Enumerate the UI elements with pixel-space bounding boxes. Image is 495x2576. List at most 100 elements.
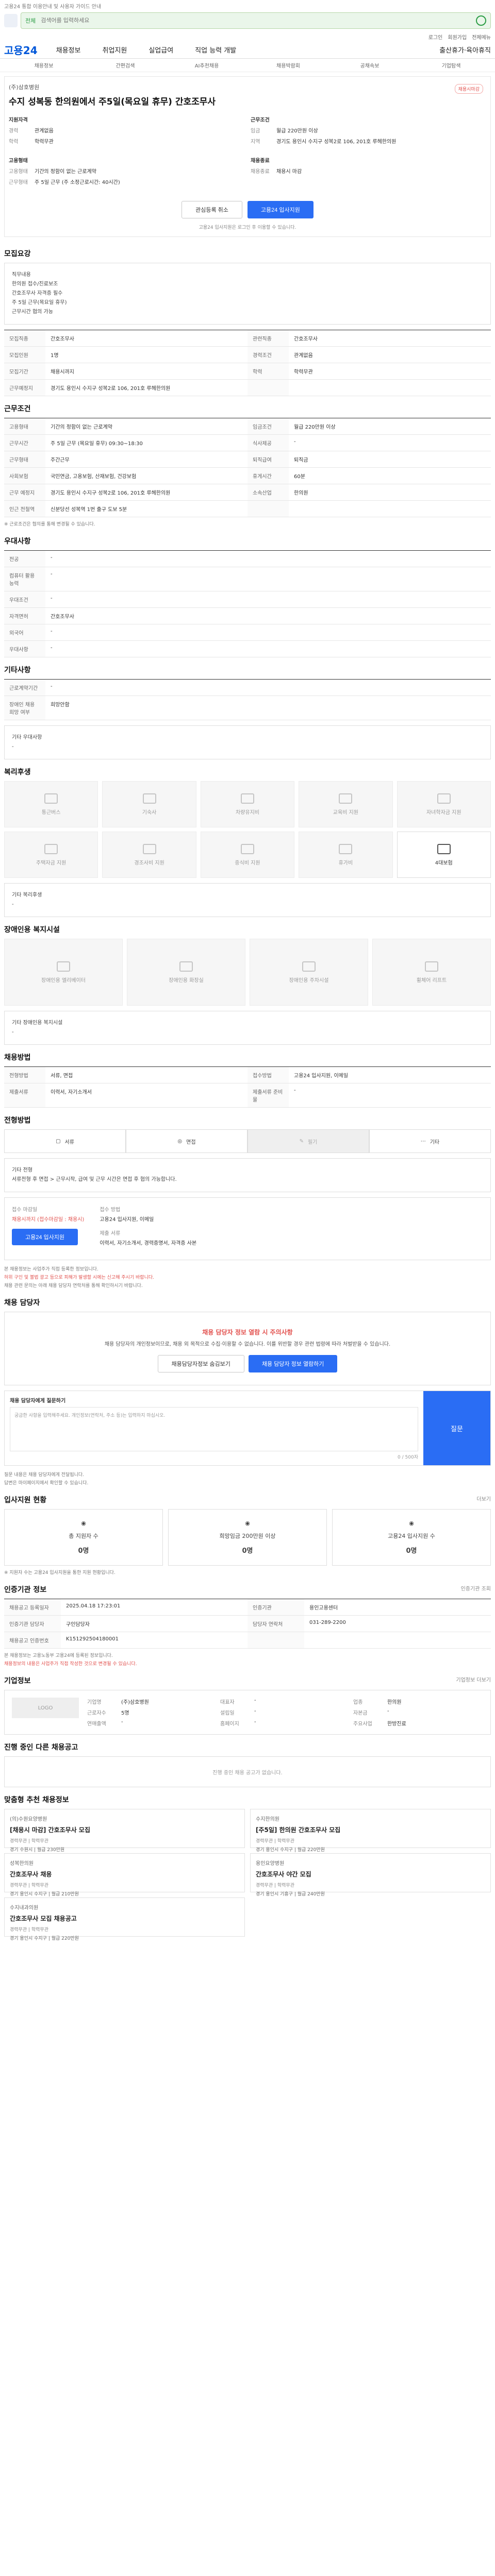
corp-more-link[interactable]: 기업정보 더보기	[456, 1675, 491, 1683]
job-card[interactable]: 성복한의원 간호조무사 채용 경력무관 | 학력무관 경기 용인시 수지구 | …	[4, 1853, 245, 1897]
label: 임금조건	[248, 418, 289, 435]
nav-unemployment-benefit[interactable]: 실업급여	[148, 45, 173, 55]
restroom-icon	[179, 961, 193, 972]
subnav-item[interactable]: 공채속보	[329, 61, 410, 69]
company-name[interactable]: (주)삼호병원	[9, 83, 486, 91]
disabled-facility-grid: 장애인용 엘리베이터 장애인용 화장실 장애인용 주차시설 휠체어 리프트	[4, 939, 491, 1006]
steps-sub-box: 기타 전형 서류전형 후 면접 > 근무시작, 급여 및 근무 시간은 면접 후…	[4, 1158, 491, 1192]
hide-contact-button[interactable]: 채용담당자정보 숨김보기	[157, 1355, 244, 1372]
qna-textarea[interactable]: 궁금한 사항을 입력해주세요. 개인정보(연락처, 주소 등)는 입력하지 마십…	[10, 1407, 418, 1451]
search-input[interactable]	[41, 18, 471, 24]
label: 근무형태	[4, 451, 45, 468]
sub-value: -	[12, 1029, 14, 1035]
view-contact-button[interactable]: 채용 담당자 정보 열람하기	[248, 1355, 338, 1372]
value: 이력서, 자기소개서, 경력증명서, 자격증 사본	[100, 1241, 197, 1246]
subnav-item[interactable]: 채용정보	[3, 61, 85, 69]
job-card[interactable]: 수지내과의원 간호조무사 모집 채용공고 경력무관 | 학력무관 경기 용인시 …	[4, 1897, 245, 1941]
value: 고용24 입사지원, 이메일	[100, 1217, 154, 1223]
facility-item: 장애인용 화장실	[127, 939, 245, 1006]
value: -	[289, 1083, 491, 1108]
info-heading: 인증기관 정보	[4, 1586, 47, 1594]
label: 채용공고 인증번호	[4, 1632, 61, 1649]
corp-heading: 기업정보	[4, 1677, 31, 1685]
nav-recruit[interactable]: 채용정보	[56, 45, 81, 55]
stat-card: ◉ 희망임금 200만원 이상 0명	[168, 1509, 327, 1566]
label: 홈페이지	[220, 1721, 239, 1727]
value: -	[45, 567, 491, 591]
facility-item: 장애인용 주차시설	[250, 939, 368, 1006]
search-mode-select[interactable]: 전체	[25, 16, 36, 25]
subnav-item[interactable]: 채용박람회	[248, 61, 329, 69]
info-lookup-button[interactable]: 인증기관 조회	[461, 1584, 491, 1592]
summary-table: 모집직종 간호조무사 관련직종 간호조무사 모집인원 1명 경력조건 관계없음 모집기간…	[4, 330, 491, 396]
sub-value: 서류전형 후 면접 > 근무시작, 급여 및 근무 시간은 면접 후 협의 가능…	[12, 1177, 177, 1182]
info-notes: 본 채용정보는 고용노동부 고용24에 등록된 정보입니다. 채용정보의 내용은…	[4, 1652, 491, 1668]
etc-sub-box: 기타 우대사항 -	[4, 725, 491, 759]
label: 근무예정지	[4, 380, 45, 396]
label: 인증기관	[248, 1599, 304, 1616]
subnav-item[interactable]: AI추천채용	[166, 61, 248, 69]
job-card-meta: 경력무관 | 학력무관	[256, 1839, 294, 1844]
qna-box: 채용 담당자에게 질문하기 궁금한 사항을 입력해주세요. 개인정보(연락처, …	[4, 1391, 491, 1466]
qna-submit-button[interactable]: 질문	[423, 1391, 490, 1465]
value: 채용시까지	[45, 363, 248, 380]
value: 신분당선 성복역 1번 출구 도보 5분	[45, 501, 248, 517]
sub-heading: 기타 장애인용 복지시설	[12, 1020, 63, 1026]
facility-label: 휠체어 리프트	[416, 977, 447, 984]
nav-parental-leave[interactable]: 출산휴가·육아휴직	[439, 45, 491, 55]
section-heading: 근무조건	[4, 405, 31, 413]
stats-more-link[interactable]: 더보기	[476, 1495, 491, 1502]
job-card-sub: 경기 용인시 기흥구 | 월급 240만원	[256, 1892, 325, 1897]
job-card-meta: 경력무관 | 학력무관	[10, 1927, 48, 1933]
job-card-company: (의)수원요양병원	[10, 1817, 47, 1822]
recommend-list: (의)수원요양병원 [채용시 마감] 간호조무사 모집 경력무관 | 학력무관 …	[4, 1809, 491, 1941]
site-logo-mini[interactable]	[4, 14, 18, 27]
label: 설립일	[220, 1710, 235, 1716]
corp-logo: LOGO	[12, 1698, 79, 1718]
subnav-item[interactable]: 기업탐색	[410, 61, 492, 69]
apply-button-secondary[interactable]: 고용24 입사지원	[12, 1229, 78, 1245]
empty-state: 진행 중인 채용 공고가 없습니다.	[4, 1756, 491, 1787]
apply-icon: ◉	[409, 1520, 414, 1527]
label: 근무형태	[9, 180, 28, 185]
label: 컴퓨터 활용 능력	[4, 567, 45, 591]
job-card-company: 용인요양병원	[256, 1861, 285, 1867]
stats-row: ◉ 총 지원자 수 0명 ◉ 희망임금 200만원 이상 0명 ◉ 고용24 입사지원 수…	[4, 1509, 491, 1566]
value: 서류, 면접	[45, 1067, 248, 1083]
subnav-item[interactable]: 간편검색	[85, 61, 166, 69]
note-line: 질문 내용은 채용 담당자에게 전달됩니다.	[4, 1472, 85, 1478]
label: 인증기관 담당자	[4, 1616, 61, 1632]
nav-employment-support[interactable]: 취업지원	[102, 45, 127, 55]
label	[248, 380, 289, 396]
value: K151292504180001	[61, 1632, 248, 1649]
logo[interactable]: 고용24	[4, 42, 38, 57]
description-line: 간호조무사 자격증 필수	[12, 291, 63, 296]
label: 제출 서류	[100, 1231, 121, 1236]
welfare-item: 차량유지비	[200, 781, 295, 827]
signup-link[interactable]: 회원가입	[448, 33, 467, 41]
welfare-label: 차량유지비	[235, 809, 259, 816]
interest-toggle-button[interactable]: 관심등록 취소	[182, 201, 242, 218]
utility-links: 로그인 회원가입 전체메뉴	[0, 31, 495, 41]
job-card-title: [주5일] 한의원 간호조무사 모집	[256, 1826, 341, 1834]
section-heading: 모집요강	[4, 250, 31, 258]
job-card[interactable]: 용인요양병원 간호조무사 야간 모집 경력무관 | 학력무관 경기 용인시 기흥…	[250, 1853, 491, 1897]
top-notice[interactable]: 고용24 통합 이용안내 및 사용자 가이드 안내	[0, 0, 495, 10]
conditions-note: ※ 근로조건은 협의를 통해 변경될 수 있습니다.	[4, 522, 95, 527]
all-menu-link[interactable]: 전체메뉴	[472, 33, 491, 41]
login-link[interactable]: 로그인	[428, 33, 443, 41]
nav-job-training[interactable]: 직업 능력 개발	[195, 45, 236, 55]
welfare-sub-box: 기타 복리후생 -	[4, 883, 491, 917]
job-card[interactable]: 수지한의원 [주5일] 한의원 간호조무사 모집 경력무관 | 학력무관 경기 …	[250, 1809, 491, 1853]
value: 희망안함	[45, 696, 491, 720]
stat-number: 0명	[242, 1547, 253, 1555]
value: 031-289-2200	[304, 1616, 491, 1632]
job-card-meta: 경력무관 | 학력무관	[10, 1883, 48, 1888]
contact-box: 채용 담당자 정보 열람 시 주의사항 채용 담당자의 개인정보이므로, 채용 …	[4, 1312, 491, 1385]
apply-button[interactable]: 고용24 입사지원	[247, 201, 314, 218]
section-heading: 기타사항	[4, 666, 31, 674]
job-card[interactable]: (의)수원요양병원 [채용시 마감] 간호조무사 모집 경력무관 | 학력무관 …	[4, 1809, 245, 1853]
search-icon[interactable]	[476, 15, 486, 26]
parking-icon	[302, 961, 316, 972]
search-box: 전체	[21, 12, 491, 29]
